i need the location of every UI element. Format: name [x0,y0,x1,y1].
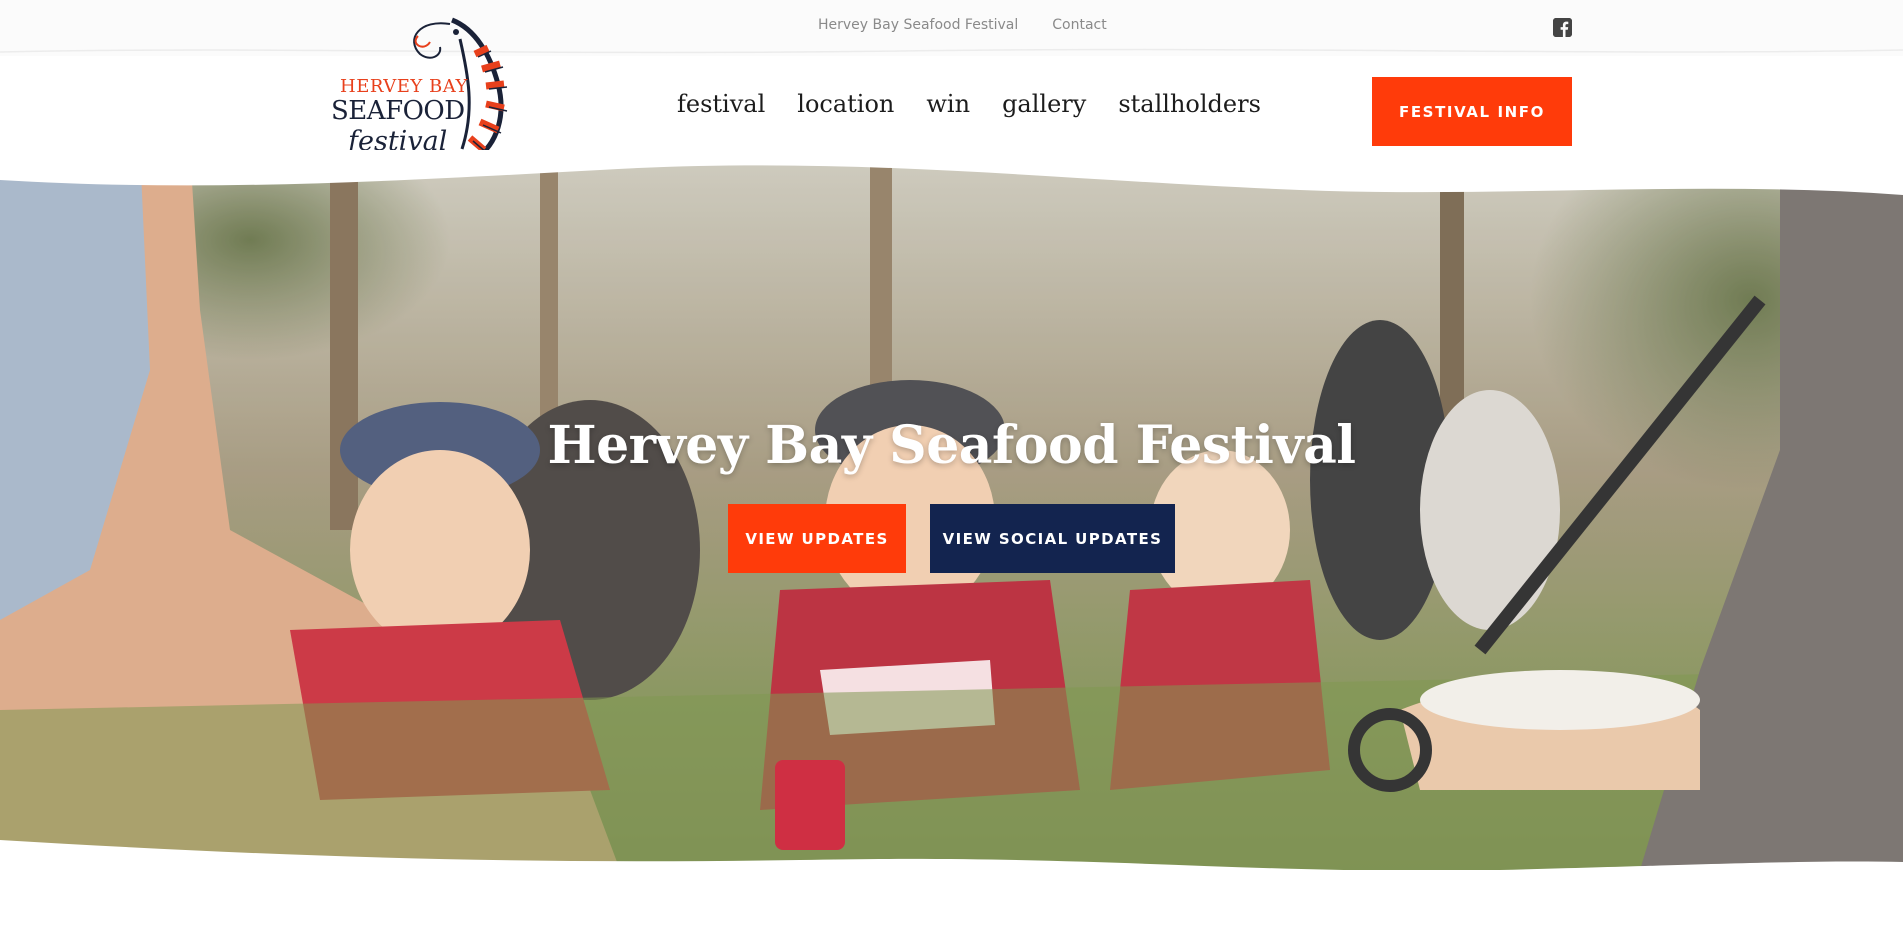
hero-content: Hervey Bay Seafood Festival [0,415,1903,476]
hero-top-wave [0,150,1903,195]
hero-buttons: VIEW UPDATES VIEW SOCIAL UPDATES [728,504,1175,573]
nav-item-gallery[interactable]: gallery [1002,90,1086,118]
view-social-updates-button[interactable]: VIEW SOCIAL UPDATES [930,504,1175,573]
topbar-divider [0,48,1903,54]
facebook-icon[interactable] [1553,18,1572,37]
nav-item-win[interactable]: win [926,90,970,118]
hero-section: Hervey Bay Seafood Festival VIEW UPDATES… [0,150,1903,870]
hero-bottom-wave [0,840,1903,937]
logo-text-main: SEAFOOD [331,96,465,126]
logo-text-top: HERVEY BAY [340,76,468,97]
view-updates-button[interactable]: VIEW UPDATES [728,504,906,573]
nav-item-location[interactable]: location [797,90,894,118]
festival-info-button[interactable]: FESTIVAL INFO [1372,77,1572,146]
utility-link-contact[interactable]: Contact [1052,17,1106,33]
main-navigation: festival location win gallery stallholde… [677,90,1261,118]
utility-link-festival[interactable]: Hervey Bay Seafood Festival [818,17,1018,33]
hero-title: Hervey Bay Seafood Festival [547,415,1356,476]
nav-item-festival[interactable]: festival [677,90,765,118]
nav-item-stallholders[interactable]: stallholders [1118,90,1261,118]
utility-links: Hervey Bay Seafood Festival Contact [818,17,1107,33]
